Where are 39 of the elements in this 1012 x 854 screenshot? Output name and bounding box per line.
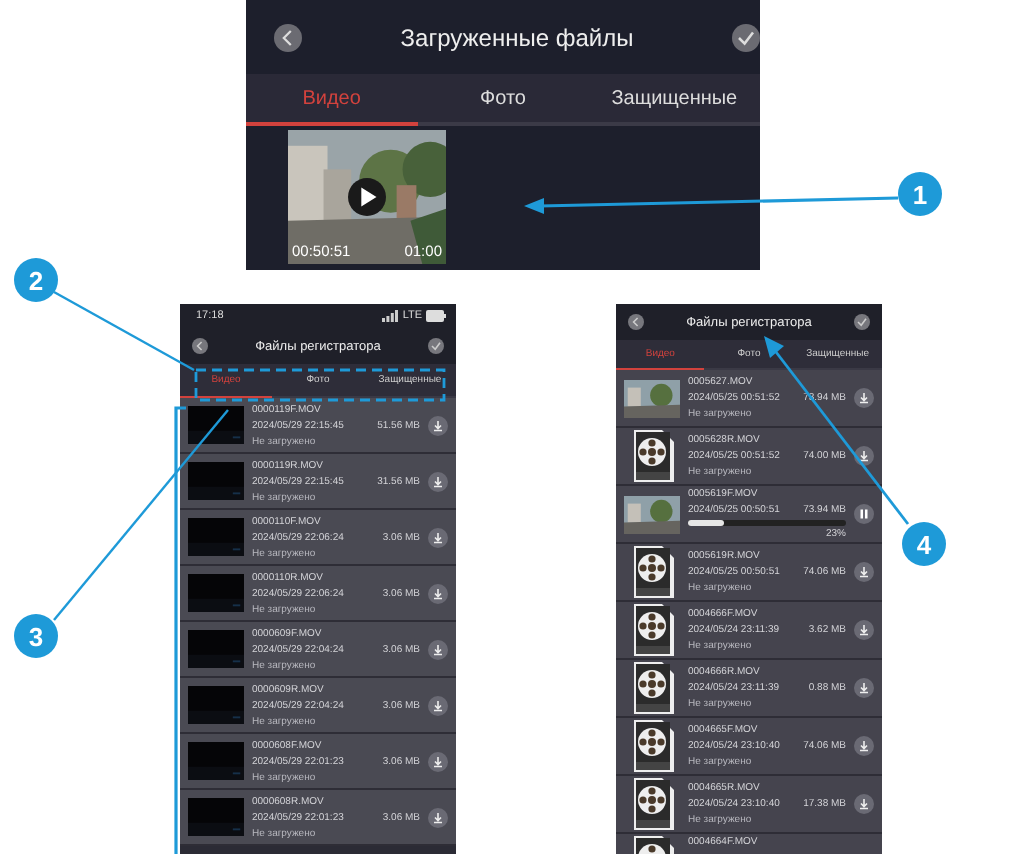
download-icon[interactable] bbox=[854, 562, 874, 582]
battery-icon bbox=[426, 310, 446, 322]
download-icon[interactable] bbox=[854, 794, 874, 814]
video-file-icon bbox=[630, 430, 674, 482]
video-file-icon bbox=[630, 546, 674, 598]
download-icon[interactable] bbox=[428, 527, 448, 547]
download-icon[interactable] bbox=[428, 639, 448, 659]
pause-icon[interactable] bbox=[854, 504, 874, 524]
download-icon[interactable] bbox=[428, 583, 448, 603]
check-icon[interactable] bbox=[427, 338, 444, 354]
check-icon[interactable] bbox=[732, 23, 760, 51]
signal-icon bbox=[382, 310, 399, 322]
play-icon[interactable] bbox=[348, 178, 386, 216]
back-icon[interactable] bbox=[192, 338, 208, 354]
download-icon[interactable] bbox=[428, 471, 448, 491]
video-file-icon bbox=[630, 604, 674, 656]
callout-number: 3 bbox=[14, 614, 58, 658]
download-icon[interactable] bbox=[428, 751, 448, 771]
download-icon[interactable] bbox=[854, 446, 874, 466]
download-icon[interactable] bbox=[428, 807, 448, 827]
video-file-icon bbox=[630, 778, 674, 830]
back-icon[interactable] bbox=[628, 314, 644, 330]
download-icon[interactable] bbox=[854, 678, 874, 698]
video-file-icon bbox=[630, 662, 674, 714]
screen-title: Загруженные файлы bbox=[400, 23, 634, 51]
download-icon[interactable] bbox=[428, 415, 448, 435]
tab[interactable]: Фото bbox=[417, 74, 589, 126]
callout-number: 4 bbox=[902, 522, 946, 566]
download-icon[interactable] bbox=[428, 695, 448, 715]
download-icon[interactable] bbox=[854, 620, 874, 640]
tab[interactable]: Защищенные bbox=[588, 74, 761, 126]
callout-number: 2 bbox=[14, 258, 58, 302]
back-icon[interactable] bbox=[274, 23, 302, 51]
video-file-icon bbox=[630, 720, 674, 772]
download-icon[interactable] bbox=[854, 736, 874, 756]
callout-number: 1 bbox=[898, 172, 942, 216]
leader-line bbox=[53, 290, 195, 372]
download-icon[interactable] bbox=[854, 388, 874, 408]
check-icon[interactable] bbox=[853, 314, 870, 330]
